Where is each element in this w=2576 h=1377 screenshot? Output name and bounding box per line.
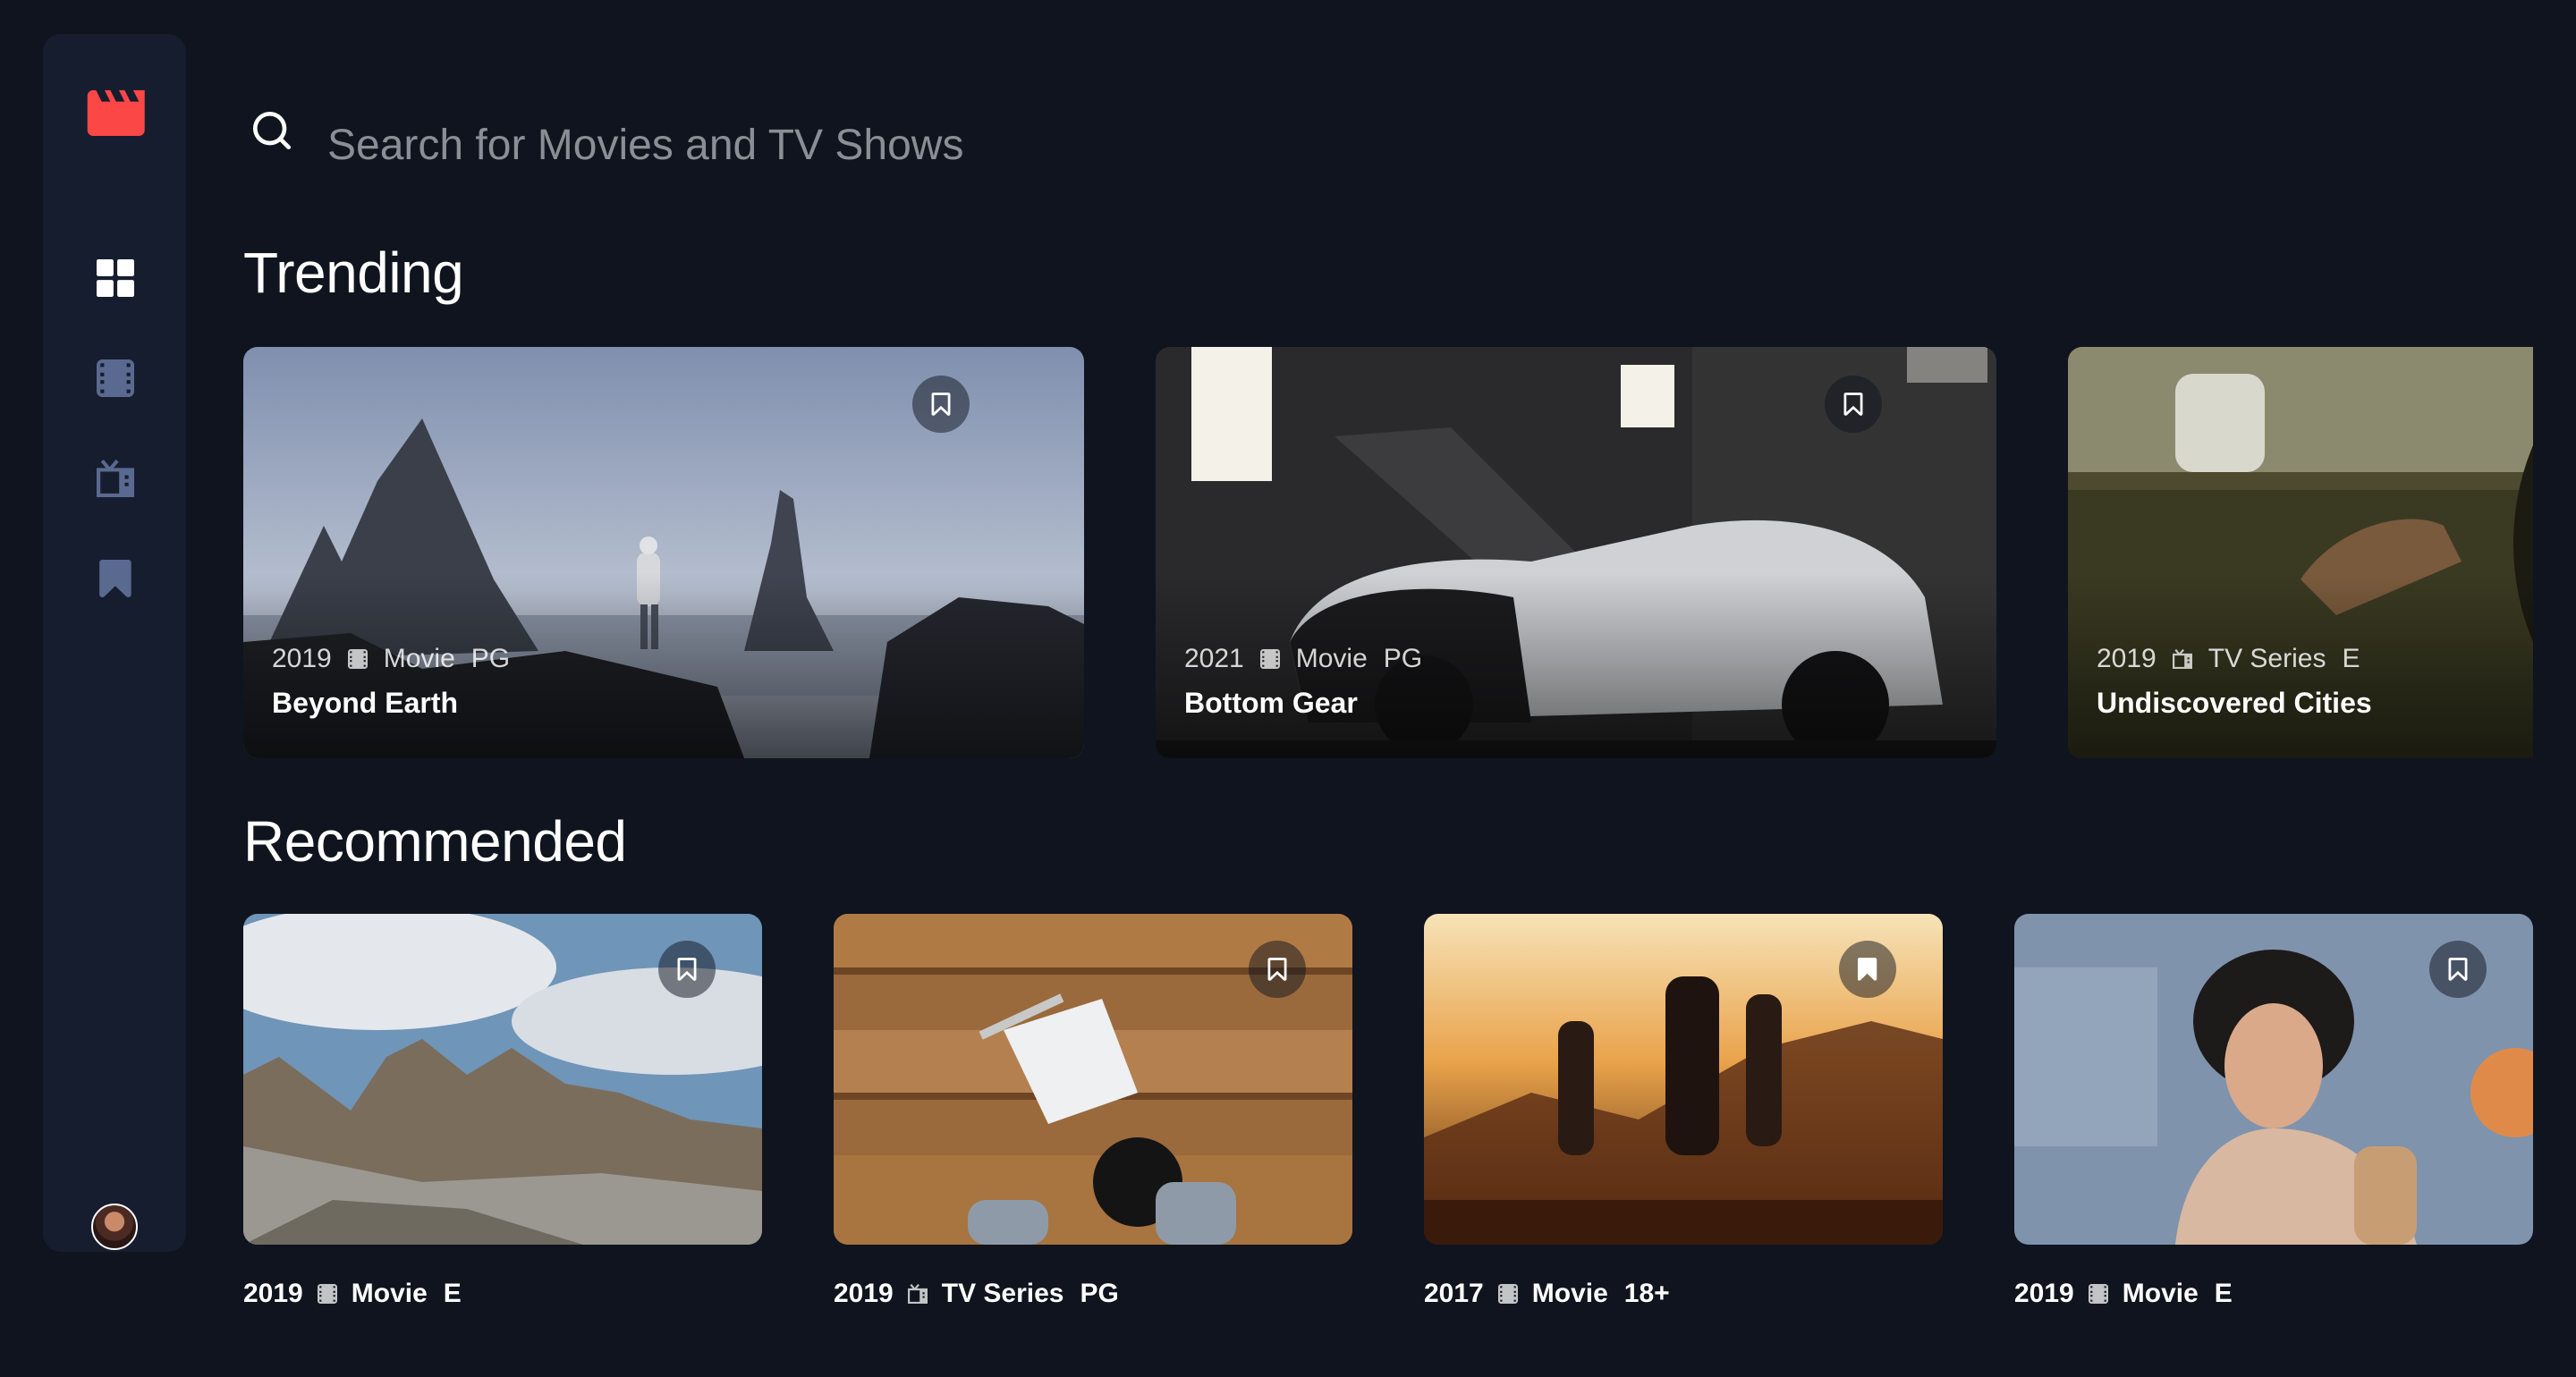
trending-meta: 2019 Movie PG: [272, 644, 510, 674]
recommended-thumbnail[interactable]: [243, 914, 762, 1245]
category: Movie: [1295, 644, 1368, 673]
film-icon: [1259, 649, 1280, 669]
nav-movies-icon[interactable]: [97, 359, 134, 397]
tv-icon: [2172, 649, 2192, 669]
bookmark-empty-icon: [2448, 958, 2468, 981]
bookmark-empty-icon: [931, 393, 951, 416]
category: Movie: [1531, 1279, 1608, 1308]
rating: PG: [470, 644, 511, 673]
trending-meta: 2019 TV Series E: [2097, 644, 2360, 674]
bookmark-empty-icon: [1267, 958, 1287, 981]
trending-title: Beyond Earth: [272, 687, 459, 719]
rating: E: [2214, 1279, 2233, 1308]
rating: PG: [1383, 644, 1423, 673]
film-icon: [317, 1284, 337, 1304]
nav-home-icon[interactable]: [97, 259, 134, 297]
app-root: Trending: [0, 0, 2576, 1377]
recommended-card[interactable]: 2019 Movie E: [243, 914, 762, 1308]
year: 2021: [1184, 644, 1244, 673]
trending-title: Undiscovered Cities: [2097, 687, 2372, 719]
recommended-meta: 2019 Movie E: [2014, 1279, 2233, 1309]
recommended-meta: 2017 Movie 18+: [1424, 1279, 1670, 1309]
rating: E: [443, 1279, 462, 1308]
recommended-thumbnail[interactable]: [2014, 914, 2533, 1245]
sidebar: [43, 34, 186, 1252]
bookmark-button[interactable]: [658, 941, 716, 998]
year: 2019: [2014, 1279, 2074, 1308]
category: TV Series: [941, 1279, 1064, 1308]
rating: 18+: [1623, 1279, 1670, 1308]
trending-card[interactable]: 2019 Movie PG Beyond Earth: [243, 347, 1084, 758]
bookmark-button[interactable]: [2429, 941, 2487, 998]
rating: PG: [1080, 1279, 1119, 1308]
search-input[interactable]: [327, 109, 1758, 181]
nav-tv-icon[interactable]: [97, 460, 134, 497]
nav-bookmarks-icon[interactable]: [97, 560, 134, 597]
trending-card[interactable]: 2019 TV Series E Undiscovered Cities: [2068, 347, 2533, 758]
recommended-thumbnail[interactable]: [834, 914, 1352, 1245]
user-avatar[interactable]: [91, 1204, 138, 1250]
recommended-meta: 2019 TV Series PG: [834, 1279, 1119, 1309]
trending-title: Bottom Gear: [1184, 687, 1358, 719]
bookmark-empty-icon: [1843, 393, 1863, 416]
bookmark-empty-icon: [677, 958, 697, 981]
category: Movie: [351, 1279, 428, 1308]
bookmark-button[interactable]: [1839, 941, 1896, 998]
bookmark-button[interactable]: [1825, 376, 1882, 433]
year: 2019: [243, 1279, 303, 1308]
recommended-card[interactable]: 2019 Movie E: [2014, 914, 2533, 1308]
film-icon: [1497, 1284, 1518, 1304]
film-icon: [2088, 1284, 2108, 1304]
recommended-card[interactable]: 2019 TV Series PG: [834, 914, 1352, 1308]
trending-card[interactable]: 2021 Movie PG Bottom Gear: [1156, 347, 1996, 758]
bookmark-button[interactable]: [912, 376, 970, 433]
rating: E: [2342, 644, 2360, 673]
trending-meta: 2021 Movie PG: [1184, 644, 1422, 674]
recommended-card[interactable]: 2017 Movie 18+: [1424, 914, 1943, 1308]
category: Movie: [383, 644, 455, 673]
recommended-heading: Recommended: [243, 809, 627, 874]
category: Movie: [2122, 1279, 2199, 1308]
tv-icon: [907, 1284, 928, 1304]
trending-carousel[interactable]: 2019 Movie PG Beyond Earth 2021 Movie PG…: [243, 347, 2533, 758]
category: TV Series: [2207, 644, 2326, 673]
logo-icon[interactable]: [86, 89, 145, 138]
bookmark-button[interactable]: [1249, 941, 1306, 998]
bookmark-filled-icon: [1858, 958, 1877, 981]
year: 2019: [2097, 644, 2157, 673]
search-icon: [247, 106, 297, 156]
year: 2019: [834, 1279, 894, 1308]
recommended-thumbnail[interactable]: [1424, 914, 1943, 1245]
recommended-meta: 2019 Movie E: [243, 1279, 462, 1309]
film-icon: [347, 649, 368, 669]
trending-heading: Trending: [243, 241, 464, 305]
year: 2019: [272, 644, 332, 673]
year: 2017: [1424, 1279, 1484, 1308]
